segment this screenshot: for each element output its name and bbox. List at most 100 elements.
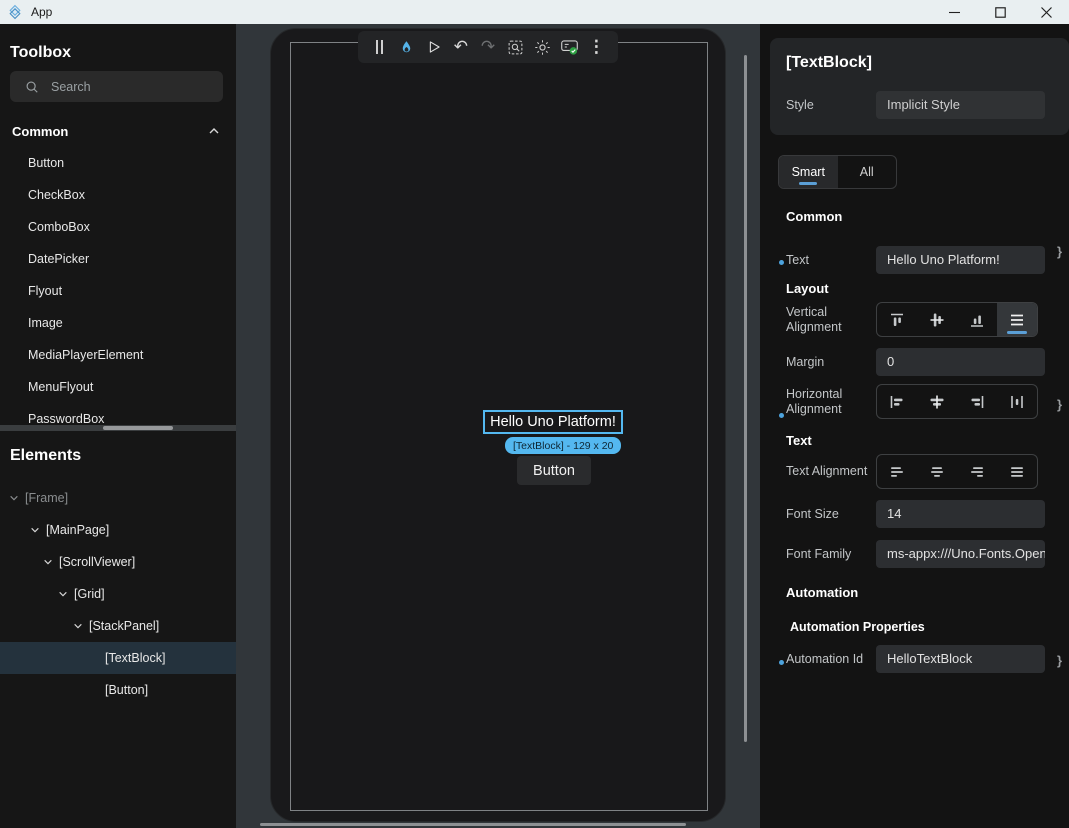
- chevron-down-icon: [73, 621, 83, 631]
- tree-item-stackpanel[interactable]: [StackPanel]: [0, 610, 236, 642]
- text-property-row: Text Hello Uno Platform!: [786, 246, 1059, 274]
- toolbox-scrollbar[interactable]: [0, 425, 236, 431]
- font-family-input[interactable]: ms-appx:///Uno.Fonts.OpenSan: [876, 540, 1045, 568]
- tab-smart[interactable]: Smart: [779, 156, 838, 188]
- toolbox-search-input[interactable]: Search: [10, 71, 223, 102]
- halign-left-button[interactable]: [877, 385, 917, 418]
- text-alignment-group: [876, 454, 1038, 489]
- align-left-icon: [887, 392, 907, 412]
- margin-row: Margin 0: [786, 348, 1059, 376]
- canvas-vertical-scrollbar[interactable]: [744, 55, 747, 742]
- margin-label: Margin: [786, 355, 876, 370]
- section-automation: Automation: [786, 585, 858, 600]
- vertical-alignment-label: Vertical Alignment: [786, 305, 876, 335]
- valign-top-button[interactable]: [877, 303, 917, 336]
- maximize-button[interactable]: [977, 0, 1023, 24]
- halign-right-button[interactable]: [957, 385, 997, 418]
- tree-item-textblock[interactable]: [TextBlock]: [0, 642, 236, 674]
- theme-toggle-icon[interactable]: [531, 36, 553, 58]
- device-status-check-icon[interactable]: [558, 36, 580, 58]
- vertical-alignment-row: Vertical Alignment: [786, 302, 1059, 337]
- more-options-icon[interactable]: ⋮: [585, 36, 607, 58]
- window-titlebar: App: [0, 0, 1069, 24]
- horizontal-alignment-row: Horizontal Alignment: [786, 384, 1059, 419]
- modified-indicator: [779, 260, 784, 265]
- halign-stretch-button[interactable]: [997, 385, 1037, 418]
- vertical-alignment-group: [876, 302, 1038, 337]
- toolbox-item-combobox[interactable]: ComboBox: [0, 211, 236, 243]
- toolbox-item-datepicker[interactable]: DatePicker: [0, 243, 236, 275]
- text-align-right-icon: [967, 462, 987, 482]
- section-common: Common: [786, 209, 842, 224]
- elements-title: Elements: [10, 447, 81, 465]
- style-label: Style: [786, 98, 876, 112]
- font-size-label: Font Size: [786, 507, 876, 522]
- tree-item-mainpage[interactable]: [MainPage]: [0, 514, 236, 546]
- designer-toolbar: ↶ ↷: [358, 31, 618, 63]
- toolbox-section-common[interactable]: Common: [0, 118, 236, 144]
- section-text: Text: [786, 433, 812, 448]
- textalign-left-button[interactable]: [877, 455, 917, 488]
- tree-item-scrollviewer[interactable]: [ScrollViewer]: [0, 546, 236, 578]
- align-top-icon: [887, 310, 907, 330]
- toolbox-item-mediaplayerelement[interactable]: MediaPlayerElement: [0, 339, 236, 371]
- property-tabs: Smart All: [778, 155, 897, 189]
- align-center-horizontal-icon: [927, 392, 947, 412]
- canvas-textblock-selected[interactable]: Hello Uno Platform!: [483, 410, 623, 434]
- horizontal-alignment-label: Horizontal Alignment: [786, 387, 876, 417]
- binding-icon[interactable]: }: [1057, 653, 1069, 668]
- toolbox-item-flyout[interactable]: Flyout: [0, 275, 236, 307]
- halign-center-button[interactable]: [917, 385, 957, 418]
- textalign-center-button[interactable]: [917, 455, 957, 488]
- play-icon[interactable]: [423, 36, 445, 58]
- redo-icon[interactable]: ↷: [477, 36, 499, 58]
- chevron-down-icon: [43, 557, 53, 567]
- font-size-input[interactable]: 14: [876, 500, 1045, 528]
- toolbox-item-menuflyout[interactable]: MenuFlyout: [0, 371, 236, 403]
- hot-design-flame-icon[interactable]: [396, 36, 418, 58]
- minimize-button[interactable]: [931, 0, 977, 24]
- stretch-horizontal-icon: [1007, 392, 1027, 412]
- automation-id-input[interactable]: HelloTextBlock: [876, 645, 1045, 673]
- style-input[interactable]: Implicit Style: [876, 91, 1045, 119]
- valign-center-button[interactable]: [917, 303, 957, 336]
- drag-handle-icon[interactable]: [369, 36, 391, 58]
- stretch-vertical-icon: [1007, 310, 1027, 330]
- undo-icon[interactable]: ↶: [450, 36, 472, 58]
- tab-all[interactable]: All: [838, 156, 897, 188]
- horizontal-alignment-group: [876, 384, 1038, 419]
- search-icon: [25, 80, 39, 94]
- binding-icon[interactable]: }: [1057, 244, 1069, 259]
- toolbox-item-checkbox[interactable]: CheckBox: [0, 179, 236, 211]
- text-label: Text: [786, 253, 876, 268]
- margin-input[interactable]: 0: [876, 348, 1045, 376]
- tree-item-frame[interactable]: [Frame]: [0, 482, 236, 514]
- left-sidebar: Toolbox Search Common Button CheckBox Co…: [0, 24, 236, 828]
- font-size-row: Font Size 14: [786, 500, 1059, 528]
- textalign-justify-button[interactable]: [997, 455, 1037, 488]
- automation-id-row: Automation Id HelloTextBlock: [786, 645, 1059, 673]
- align-center-vertical-icon: [927, 310, 947, 330]
- section-layout: Layout: [786, 281, 829, 296]
- text-input[interactable]: Hello Uno Platform!: [876, 246, 1045, 274]
- toolbox-item-image[interactable]: Image: [0, 307, 236, 339]
- tree-item-grid[interactable]: [Grid]: [0, 578, 236, 610]
- selected-element-card: [TextBlock] Style Implicit Style: [770, 38, 1069, 135]
- canvas-button[interactable]: Button: [517, 456, 591, 485]
- font-family-label: Font Family: [786, 547, 876, 562]
- textalign-right-button[interactable]: [957, 455, 997, 488]
- chevron-down-icon: [58, 589, 68, 599]
- canvas-horizontal-scrollbar[interactable]: [260, 823, 686, 826]
- valign-bottom-button[interactable]: [957, 303, 997, 336]
- text-alignment-label: Text Alignment: [786, 464, 876, 479]
- close-button[interactable]: [1023, 0, 1069, 24]
- font-family-row: Font Family ms-appx:///Uno.Fonts.OpenSan: [786, 540, 1059, 568]
- inspect-element-icon[interactable]: [504, 36, 526, 58]
- valign-stretch-button[interactable]: [997, 303, 1037, 336]
- window-title: App: [31, 5, 52, 19]
- text-align-justify-icon: [1007, 462, 1027, 482]
- tree-item-button[interactable]: [Button]: [0, 674, 236, 706]
- toolbox-item-button[interactable]: Button: [0, 147, 236, 179]
- binding-icon[interactable]: }: [1057, 397, 1069, 412]
- text-align-center-icon: [927, 462, 947, 482]
